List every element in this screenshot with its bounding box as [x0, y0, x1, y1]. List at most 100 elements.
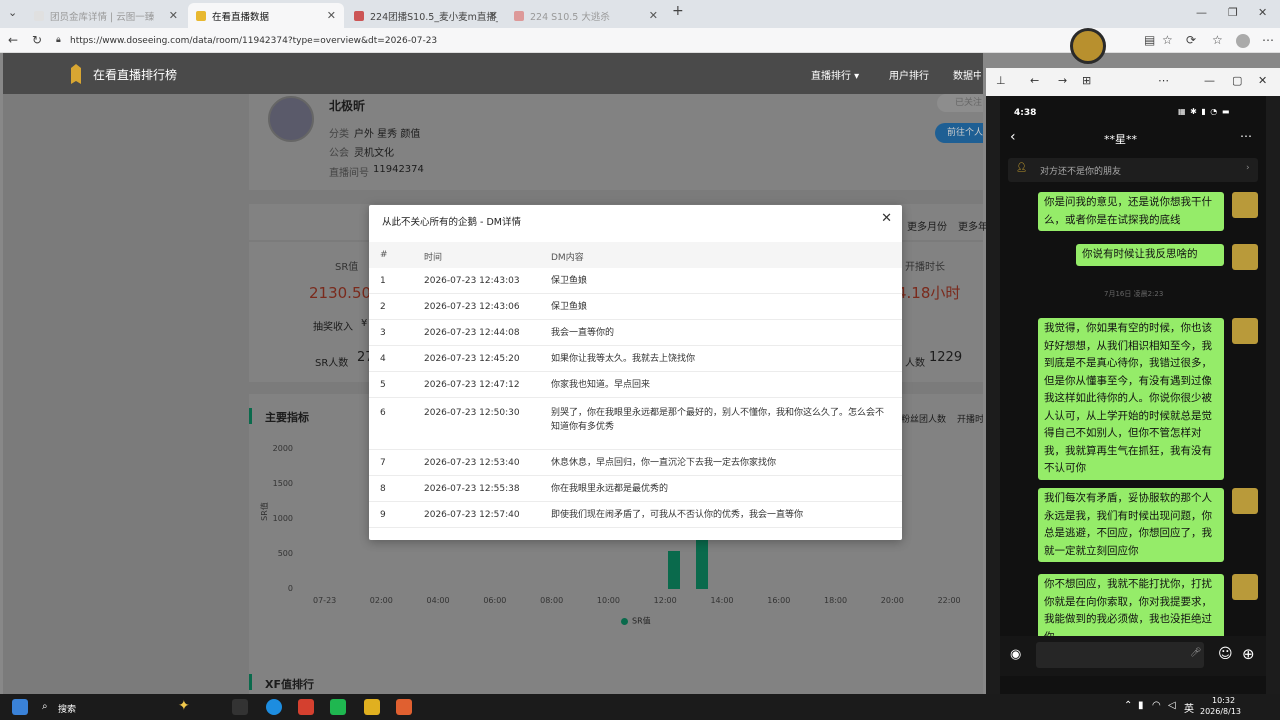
x-tick-label: 12:00	[653, 596, 677, 605]
stranger-notice-bar[interactable]: 👤︎ 对方还不是你的朋友 ›	[1008, 158, 1258, 182]
duration-value: 4.18小时	[897, 284, 961, 302]
wifi-icon[interactable]: ◠	[1152, 700, 1161, 711]
forward-arrow-icon[interactable]: →	[1058, 74, 1067, 87]
close-window-icon[interactable]: ✕	[1258, 6, 1267, 19]
chat-back-icon[interactable]: ‹	[1010, 129, 1016, 145]
more-icon[interactable]: ⋯	[1158, 74, 1169, 87]
chat-more-icon[interactable]: ⋯	[1240, 129, 1252, 143]
tab-more-years[interactable]: 更多年	[958, 218, 988, 233]
lottery-value: ¥	[361, 318, 368, 329]
sender-avatar	[1232, 192, 1258, 218]
app-red-icon[interactable]	[298, 699, 314, 715]
reader-icon[interactable]: ▤	[1144, 33, 1155, 47]
tab-live-time[interactable]: 开播时	[957, 412, 983, 425]
y-axis-label: SR值	[259, 502, 269, 521]
taskbar-date[interactable]: 2026/8/13	[1200, 707, 1241, 716]
search-icon[interactable]: ⌕	[42, 701, 48, 712]
add-plus-icon[interactable]: ⊕	[1242, 645, 1255, 663]
row-time: 2026-07-23 12:47:12	[424, 380, 520, 390]
floating-assistant-icon[interactable]	[1070, 28, 1106, 64]
browser-tab-1[interactable]: 团员金库详情 | 云图一臻 ✕	[26, 3, 186, 28]
extensions-icon[interactable]: ⟳	[1186, 33, 1196, 47]
reload-icon[interactable]: ↻	[32, 33, 42, 47]
chart-legend[interactable]: SR值	[621, 614, 651, 627]
maximize-icon[interactable]: ▢	[1232, 74, 1242, 87]
profile-card: 北极昕 分类 户外 星秀 颜值 公会 灵机文化 直播间号 11942374 已关…	[249, 94, 983, 190]
tab-fan-count[interactable]: 粉丝团人数	[901, 412, 946, 425]
emoji-icon[interactable]: ☺	[1218, 646, 1233, 662]
new-tab-plus-icon[interactable]: +	[672, 3, 684, 19]
chat-message-bubble[interactable]: 我觉得，你如果有空的时候，你也该好好想想，从我们相识相知至今，我到底是不是真心待…	[1038, 318, 1224, 480]
chat-message-bubble[interactable]: 你说有时候让我反思啥的	[1076, 244, 1224, 266]
x-tick-label: 14:00	[710, 596, 734, 605]
profile-avatar[interactable]	[1236, 34, 1250, 48]
x-tick-label: 04:00	[426, 596, 450, 605]
row-time: 2026-07-23 12:45:20	[424, 354, 520, 364]
browser-tab-bar: ⌄ 团员金库详情 | 云图一臻 ✕ 在看直播数据 ✕ 224团播S10.5_麦小…	[0, 0, 1280, 28]
tab-list-chevron-icon[interactable]: ⌄	[8, 6, 17, 19]
row-message: 保卫鱼娘	[551, 302, 588, 312]
volume-icon[interactable]: ◁	[1168, 700, 1176, 711]
app-yellow-icon[interactable]	[364, 699, 380, 715]
mic-icon[interactable]: 🎤︎	[1190, 648, 1201, 658]
favorite-star-icon[interactable]: ☆	[1162, 33, 1173, 47]
tab-more-months[interactable]: 更多月份	[907, 218, 947, 233]
nav-live-ranking[interactable]: 直播排行 ▾	[811, 67, 859, 82]
tray-mic-icon[interactable]: ▮	[1138, 700, 1144, 711]
tab-close-icon[interactable]: ✕	[489, 9, 498, 22]
task-view-icon[interactable]	[232, 699, 248, 715]
site-logo-icon[interactable]	[71, 64, 81, 84]
chat-message-bubble[interactable]: 你是问我的意见，还是说你想我干什么，或者你是在试探我的底线	[1038, 192, 1224, 231]
grid-icon[interactable]: ⊞	[1082, 74, 1091, 87]
tab-close-icon[interactable]: ✕	[649, 9, 658, 22]
nav-user-ranking[interactable]: 用户排行	[889, 67, 929, 82]
nav-data-center[interactable]: 数据中心	[953, 67, 981, 82]
minimize-icon[interactable]: —	[1204, 74, 1215, 87]
pin-icon[interactable]: ⊥	[996, 74, 1006, 87]
sr-bar[interactable]	[696, 538, 709, 589]
category-values: 户外 星秀 颜值	[354, 129, 421, 140]
sender-avatar	[1232, 574, 1258, 600]
x-tick-label: 06:00	[483, 596, 507, 605]
y-tick-label: 0	[287, 584, 293, 593]
goto-profile-button[interactable]: 前往个人	[935, 123, 983, 143]
tab-close-icon[interactable]: ✕	[327, 9, 336, 22]
more-menu-icon[interactable]: ⋯	[1262, 33, 1274, 47]
app-orange-icon[interactable]	[396, 699, 412, 715]
browser-tab-3[interactable]: 224团播S10.5_麦小麦m直播_麦小麦... ✕	[346, 3, 506, 28]
lottery-label: 抽奖收入	[313, 322, 353, 333]
input-lang[interactable]: 英	[1184, 700, 1194, 715]
row-index: 7	[380, 458, 386, 468]
maximize-icon[interactable]: ❐	[1228, 6, 1238, 19]
site-title[interactable]: 在看直播排行榜	[93, 66, 177, 83]
close-icon[interactable]: ✕	[1258, 74, 1267, 87]
follow-button[interactable]: 已关注	[937, 94, 983, 112]
row-message: 休息休息，早点回归，你一直沉沦下去我一定去你家找你	[551, 458, 777, 468]
minimize-icon[interactable]: —	[1196, 6, 1207, 19]
back-arrow-icon[interactable]: ←	[8, 33, 18, 47]
url-input[interactable]: https://www.doseeing.com/data/room/11942…	[70, 32, 1070, 50]
phone-mirror-window: ⊥ ← → ⊞ ⋯ — ▢ ✕ 4:38 ▦ ✱ ▮ ◔ ▬ ‹ **星** ⋯…	[986, 68, 1280, 694]
tray-arrow-icon[interactable]: ⌃	[1124, 700, 1132, 711]
browser-tab-2[interactable]: 在看直播数据 ✕	[188, 3, 344, 28]
sparkle-icon[interactable]: ✦	[178, 698, 190, 714]
sr-bar[interactable]	[667, 550, 680, 589]
x-tick-label: 18:00	[824, 596, 848, 605]
tab-close-icon[interactable]: ✕	[169, 9, 178, 22]
collections-icon[interactable]: ☆	[1212, 33, 1223, 47]
message-input[interactable]	[1036, 642, 1204, 668]
browser-tab-4[interactable]: 224 S10.5 大逃杀 ✕	[506, 3, 666, 28]
table-row: 5 2026-07-23 12:47:12 你家我也知道。早点回来	[369, 372, 902, 398]
y-tick-label: 1500	[272, 479, 293, 488]
windows-start-icon[interactable]	[12, 699, 28, 715]
edge-icon[interactable]	[266, 699, 282, 715]
taskbar-search[interactable]: 搜索	[58, 702, 76, 715]
person-icon: 👤︎	[1016, 163, 1028, 173]
taskbar-time[interactable]: 10:32	[1212, 696, 1235, 705]
chat-message-bubble[interactable]: 我们每次有矛盾，妥协服软的那个人永远是我，我们有时候出现问题，你总是逃避，不回应…	[1038, 488, 1224, 562]
phone-window-toolbar: ⊥ ← → ⊞ ⋯ — ▢ ✕	[986, 68, 1280, 96]
wechat-icon[interactable]	[330, 699, 346, 715]
back-arrow-icon[interactable]: ←	[1030, 74, 1039, 87]
voice-icon[interactable]: ◉	[1010, 647, 1021, 662]
close-icon[interactable]: ✕	[881, 211, 892, 226]
